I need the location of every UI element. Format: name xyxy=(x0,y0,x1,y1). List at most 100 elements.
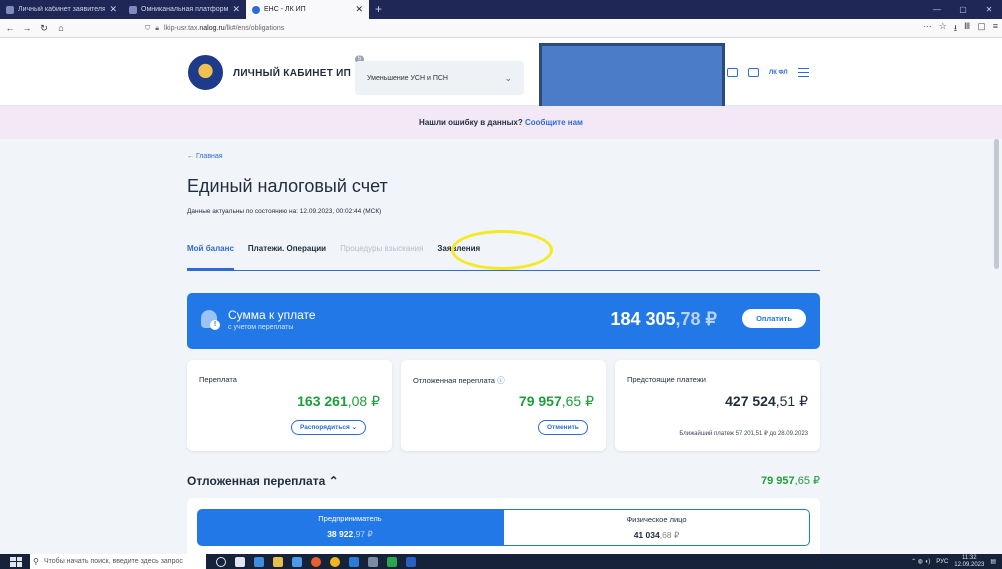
message-icon[interactable] xyxy=(748,68,759,77)
sidebar-icon[interactable]: ▢ xyxy=(977,21,986,37)
app-icon[interactable] xyxy=(349,556,359,567)
forward-arrow-icon[interactable]: → xyxy=(20,23,34,33)
taskbar-search-input[interactable]: Чтобы начать поиск, введите здесь запрос xyxy=(30,554,206,569)
card-label: Предстоящие платежи xyxy=(627,375,706,384)
maximize-button[interactable]: ▢ xyxy=(950,0,976,19)
deferred-breakdown: Предприниматель 38 922,97 ₽ Физическое л… xyxy=(187,498,820,558)
close-icon[interactable]: ✕ xyxy=(355,5,363,14)
menu-dots-icon[interactable]: ··· xyxy=(923,21,932,37)
site-title[interactable]: ЛИЧНЫЙ КАБИНЕТ ИП xyxy=(233,68,351,79)
report-link[interactable]: Сообщите нам xyxy=(525,118,583,127)
coins-icon xyxy=(201,310,220,330)
tab-title: Омниканальная платформа xyxy=(141,6,229,13)
taskbar-apps xyxy=(216,556,416,567)
notice-text: Нашли ошибку в данных? xyxy=(419,118,525,127)
library-icon[interactable]: Ⅲ xyxy=(964,21,970,37)
close-window-button[interactable]: ✕ xyxy=(976,0,1002,19)
task-view-icon[interactable] xyxy=(235,556,245,567)
segment-name: Физическое лицо xyxy=(626,515,687,524)
tab-favicon-icon xyxy=(6,5,14,14)
tab-collection[interactable]: Процедуры взыскания xyxy=(340,237,423,271)
highlight-ellipse xyxy=(451,230,553,270)
card-label: Переплата xyxy=(199,375,237,384)
browser-toolbar-right: ··· ☆ ⭳ Ⅲ ▢ ≡ xyxy=(923,21,998,37)
card-amount: 79 957,65 ₽ xyxy=(518,393,594,409)
browser-tab[interactable]: Омниканальная платформа ✕ xyxy=(123,0,246,19)
upcoming-payments-card: Предстоящие платежи 427 524,51 ₽ Ближайш… xyxy=(615,360,820,451)
folder-icon[interactable] xyxy=(273,556,283,567)
deferred-section-amount: 79 957,65 ₽ xyxy=(760,475,820,487)
back-arrow-icon[interactable]: ← xyxy=(3,23,17,33)
amount-due-sub: с учетом переплаты xyxy=(228,324,294,331)
tab-title: ЕНС - ЛК ИП xyxy=(264,6,306,13)
card-amount: 163 261,08 ₽ xyxy=(297,393,380,409)
language-indicator[interactable]: РУС xyxy=(936,559,948,565)
close-icon[interactable]: ✕ xyxy=(232,5,240,14)
firefox-icon[interactable] xyxy=(311,556,321,567)
download-icon[interactable]: ⭳ xyxy=(954,21,957,37)
card-amount: 427 524,51 ₽ xyxy=(725,393,808,409)
back-link[interactable]: ← Главная xyxy=(187,153,223,160)
header-actions: ЛК ФЛ xyxy=(727,68,809,77)
segment-amount: 38 922,97 ₽ xyxy=(327,529,373,539)
feedback-notice: Нашли ошибку в данных? Сообщите нам xyxy=(0,106,1002,139)
deferred-overpayment-card: Отложенная переплата ⓘ 79 957,65 ₽ Отмен… xyxy=(401,360,606,451)
app-icon[interactable] xyxy=(368,556,378,567)
windows-taskbar: Чтобы начать поиск, введите здесь запрос… xyxy=(0,554,1002,569)
page-scrollbar[interactable] xyxy=(994,139,999,269)
word-icon[interactable] xyxy=(406,556,416,567)
segment-name: Предприниматель xyxy=(318,514,382,523)
overpayment-card: Переплата 163 261,08 ₽ Распорядиться ⌄ xyxy=(187,360,392,451)
mail-icon[interactable] xyxy=(727,68,738,77)
data-timestamp: Данные актуальны по состоянию на: 12.09.… xyxy=(187,208,382,215)
windows-start-icon[interactable] xyxy=(10,556,22,567)
minimize-button[interactable]: — xyxy=(924,0,950,19)
bookmark-star-icon[interactable]: ☆ xyxy=(939,21,947,37)
url-text: lkip-usr.tax.nalog.ru/lk#/ens/obligation… xyxy=(163,25,285,32)
site-header: ЛИЧНЫЙ КАБИНЕТ ИП 5 Уменьшение УСН и ПСН… xyxy=(0,38,1002,106)
redacted-area xyxy=(539,43,725,112)
lock-icon: 🔒︎ xyxy=(155,24,159,32)
excel-icon[interactable] xyxy=(387,556,397,567)
menu-icon[interactable] xyxy=(797,68,809,77)
deferred-section-toggle[interactable]: Отложенная переплата ⌃ xyxy=(187,474,339,488)
window-controls: — ▢ ✕ xyxy=(924,0,1002,19)
cortana-icon[interactable] xyxy=(216,556,226,567)
explorer-icon[interactable] xyxy=(254,556,264,567)
home-icon[interactable]: ⌂ xyxy=(54,23,68,33)
tab-title: Личный кабинет заявителя xyxy=(18,6,106,13)
mail-app-icon[interactable] xyxy=(292,556,302,567)
new-tab-button[interactable]: + xyxy=(369,0,388,19)
info-icon[interactable]: ⓘ xyxy=(497,376,505,385)
dispose-button[interactable]: Распорядиться ⌄ xyxy=(291,420,367,435)
amount-due-value: 184 305,78 ₽ xyxy=(610,309,717,329)
mode-select-value: Уменьшение УСН и ПСН xyxy=(367,74,448,82)
entrepreneur-segment[interactable]: Предприниматель 38 922,97 ₽ xyxy=(197,509,503,546)
tab-my-balance[interactable]: Мой баланс xyxy=(187,237,234,271)
segment-amount: 41 034,68 ₽ xyxy=(633,530,680,540)
url-bar[interactable]: ⛉ 🔒︎ lkip-usr.tax.nalog.ru/lk#/ens/oblig… xyxy=(140,21,880,36)
shield-icon: ⛉ xyxy=(145,24,151,32)
card-label: Отложенная переплата ⓘ xyxy=(413,376,505,385)
notifications-icon[interactable]: ▤ xyxy=(990,558,996,565)
mode-select[interactable]: Уменьшение УСН и ПСН ⌄ xyxy=(355,61,524,95)
pay-button[interactable]: Оплатить xyxy=(742,309,806,328)
browser-tab-active[interactable]: ЕНС - ЛК ИП ✕ xyxy=(246,0,369,19)
amount-due-label: Сумма к уплате xyxy=(228,308,316,322)
hamburger-menu-icon[interactable]: ≡ xyxy=(993,21,998,37)
tab-favicon-icon xyxy=(252,5,260,14)
clock[interactable]: 11:32 12.09.2023 xyxy=(954,555,984,569)
close-icon[interactable]: ✕ xyxy=(109,5,117,14)
reload-icon[interactable]: ↻ xyxy=(37,23,51,34)
chevron-down-icon: ⌄ xyxy=(504,72,512,83)
amount-due-panel: Сумма к уплате с учетом переплаты 184 30… xyxy=(187,293,820,349)
emblem-logo[interactable] xyxy=(188,55,223,90)
lk-switch-link[interactable]: ЛК ФЛ xyxy=(769,70,788,76)
chrome-icon[interactable] xyxy=(330,556,340,567)
chevron-up-icon: ⌃ xyxy=(328,474,339,488)
individual-segment[interactable]: Физическое лицо 41 034,68 ₽ xyxy=(503,509,810,546)
tray-icons[interactable]: ⌃ ◍ ◖) xyxy=(911,558,930,565)
tab-payments[interactable]: Платежи. Операции xyxy=(248,237,326,271)
browser-tab[interactable]: Личный кабинет заявителя ✕ xyxy=(0,0,123,19)
cancel-button[interactable]: Отменить xyxy=(538,420,588,435)
